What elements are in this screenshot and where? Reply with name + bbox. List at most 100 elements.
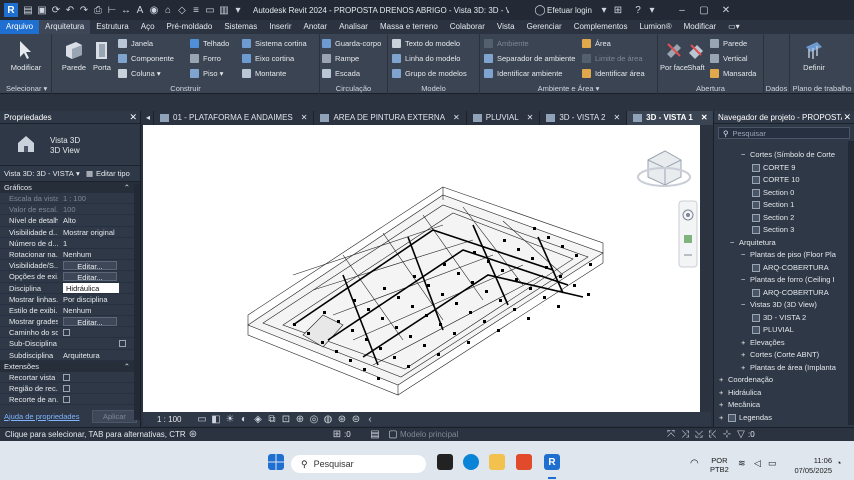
close-tab-icon[interactable]: ✕ [613, 111, 620, 125]
file-explorer-icon[interactable] [489, 454, 505, 470]
temp-hide-icon[interactable]: ◎ [307, 412, 321, 426]
tag-room-button[interactable]: Identificar ambiente [484, 67, 562, 79]
view-tabs-menu[interactable]: ◂ [143, 111, 155, 125]
property-value[interactable] [58, 338, 140, 348]
tab-item[interactable]: Estrutura [90, 20, 134, 34]
filter-icon[interactable]: ▽ [734, 428, 748, 442]
curtain-system-button[interactable]: Sistema cortina [242, 37, 307, 49]
property-value[interactable]: Editar... [58, 271, 140, 282]
browser-node[interactable]: PLUVIAL [752, 324, 794, 336]
tab-item[interactable]: Lumion® [634, 20, 678, 34]
browser-node[interactable]: Section 1 [752, 199, 794, 211]
print-icon[interactable]: ⎙ [91, 3, 105, 17]
window-button[interactable]: Janela [118, 37, 153, 49]
show-crop-icon[interactable]: ⊡ [279, 412, 293, 426]
column-button[interactable]: Coluna ▾ [118, 67, 161, 79]
properties-scrollbar[interactable] [134, 184, 140, 420]
property-value[interactable]: Nenhum [58, 305, 140, 315]
tab-item[interactable]: Anotar [297, 20, 333, 34]
ceiling-button[interactable]: Forro [190, 52, 221, 64]
close-tab-icon[interactable]: ✕ [527, 111, 534, 125]
type-selector[interactable]: Vista 3D 3D View [0, 124, 140, 166]
crop-icon[interactable]: ⧉ [265, 412, 279, 426]
browser-node[interactable]: Section 3 [752, 224, 794, 236]
collapse-icon[interactable]: − [741, 149, 750, 161]
component-button[interactable]: Componente [118, 52, 174, 64]
task-view-icon[interactable] [437, 454, 453, 470]
property-value[interactable] [58, 327, 140, 337]
section-extents[interactable]: Extensões ⌃ [0, 360, 140, 372]
property-value[interactable]: Nenhum [58, 249, 140, 259]
text-icon[interactable]: ◉ [147, 3, 161, 17]
wall-opening-button[interactable]: Parede [710, 37, 747, 49]
reveal-hidden-icon[interactable]: ◍ [321, 412, 335, 426]
weather-icon[interactable]: ◠ [690, 458, 699, 469]
minimize-icon[interactable]: – [675, 3, 689, 17]
dimension-icon[interactable]: ↔ [119, 3, 133, 17]
notifications-icon[interactable]: ◔ [836, 458, 841, 468]
wps-icon[interactable] [516, 454, 532, 470]
select-underlay-icon[interactable]: ⤨ [678, 428, 692, 442]
view-tab[interactable]: AREA DE PINTURA EXTERNA ✕ [314, 111, 467, 125]
edit-type-button[interactable]: Editar tipo [96, 169, 130, 178]
checkbox[interactable] [63, 329, 70, 337]
ramp-button[interactable]: Rampe [322, 52, 359, 64]
browser-node[interactable]: 3D - VISTA 2 [752, 312, 806, 324]
browser-node[interactable]: + Mecânica [719, 399, 760, 411]
expand-icon[interactable]: + [741, 337, 750, 349]
checkbox[interactable] [119, 340, 126, 348]
select-links-icon[interactable]: ⤧ [664, 428, 678, 442]
tab-item[interactable]: Modificar [678, 20, 722, 34]
revit-taskbar-icon[interactable]: R [544, 454, 560, 470]
ribbon-toggle-icon[interactable]: ▭▾ [722, 20, 746, 34]
railing-button[interactable]: Guarda-corpo [322, 37, 381, 49]
room-button[interactable]: Ambiente [484, 37, 529, 49]
browser-node[interactable]: ARQ-COBERTURA [752, 287, 829, 299]
panel-room-area-label[interactable]: Ambiente e Área ▾ [480, 83, 657, 94]
room-separator-button[interactable]: Separador de ambiente [484, 52, 575, 64]
language-indicator[interactable]: POR PTB2 [710, 456, 729, 474]
collapse-icon[interactable]: − [741, 274, 750, 286]
filter-dropdown-icon[interactable]: ▾ [76, 169, 86, 178]
edit-button[interactable]: Editar... [63, 261, 117, 270]
cart-icon[interactable]: ⊞ [611, 3, 625, 17]
expand-icon[interactable]: + [719, 374, 728, 386]
expand-icon[interactable]: + [741, 362, 750, 374]
browser-node[interactable]: − Cortes (Símbolo de Corte [741, 149, 835, 161]
property-value[interactable]: 1 : 100 [58, 193, 140, 203]
battery-icon[interactable]: ▭ [768, 458, 777, 469]
browser-node[interactable]: CORTE 9 [752, 162, 795, 174]
browser-node[interactable]: CORTE 10 [752, 174, 800, 186]
collapse-icon[interactable]: − [741, 299, 750, 311]
curtain-grid-button[interactable]: Eixo cortina [242, 52, 294, 64]
by-face-button[interactable]: Por face [660, 37, 688, 81]
panel-select-label[interactable]: Selecionar ▾ [0, 83, 51, 94]
close-browser-icon[interactable]: ✕ [843, 111, 851, 124]
shadows-icon[interactable]: ◐ [237, 412, 251, 426]
checkbox[interactable] [63, 373, 70, 381]
expand-icon[interactable]: + [719, 399, 728, 411]
sun-path-icon[interactable]: ☀ [223, 412, 237, 426]
property-value[interactable]: Arquitetura [58, 350, 140, 360]
view-scale[interactable]: 1 : 100 [143, 415, 195, 424]
tab-item[interactable]: Complementos [568, 20, 634, 34]
collapse-icon[interactable]: − [730, 237, 739, 249]
property-value[interactable]: 1 [58, 238, 140, 248]
tab-item[interactable]: Massa e terreno [374, 20, 444, 34]
edit-button[interactable]: Editar... [63, 317, 117, 326]
browser-node[interactable]: − Plantas de piso (Floor Pla [741, 249, 836, 261]
apply-button[interactable]: Aplicar [92, 409, 137, 423]
tab-item[interactable]: Inserir [263, 20, 297, 34]
tab-item[interactable]: Colaborar [444, 20, 491, 34]
browser-scrollbar[interactable] [848, 141, 854, 425]
view-tab[interactable]: PLUVIAL ✕ [467, 111, 541, 125]
set-workplane-button[interactable]: Definir [798, 37, 830, 81]
worksets-icon[interactable]: ⊛ [186, 428, 200, 442]
browser-node[interactable]: Section 0 [752, 187, 794, 199]
help-icon[interactable]: ? [631, 3, 645, 17]
chevron-down-icon[interactable]: ▾ [597, 3, 611, 17]
browser-node[interactable]: + Elevações [741, 337, 785, 349]
tab-item[interactable]: Analisar [333, 20, 374, 34]
property-value[interactable] [58, 372, 140, 382]
viewcube[interactable] [637, 150, 691, 187]
